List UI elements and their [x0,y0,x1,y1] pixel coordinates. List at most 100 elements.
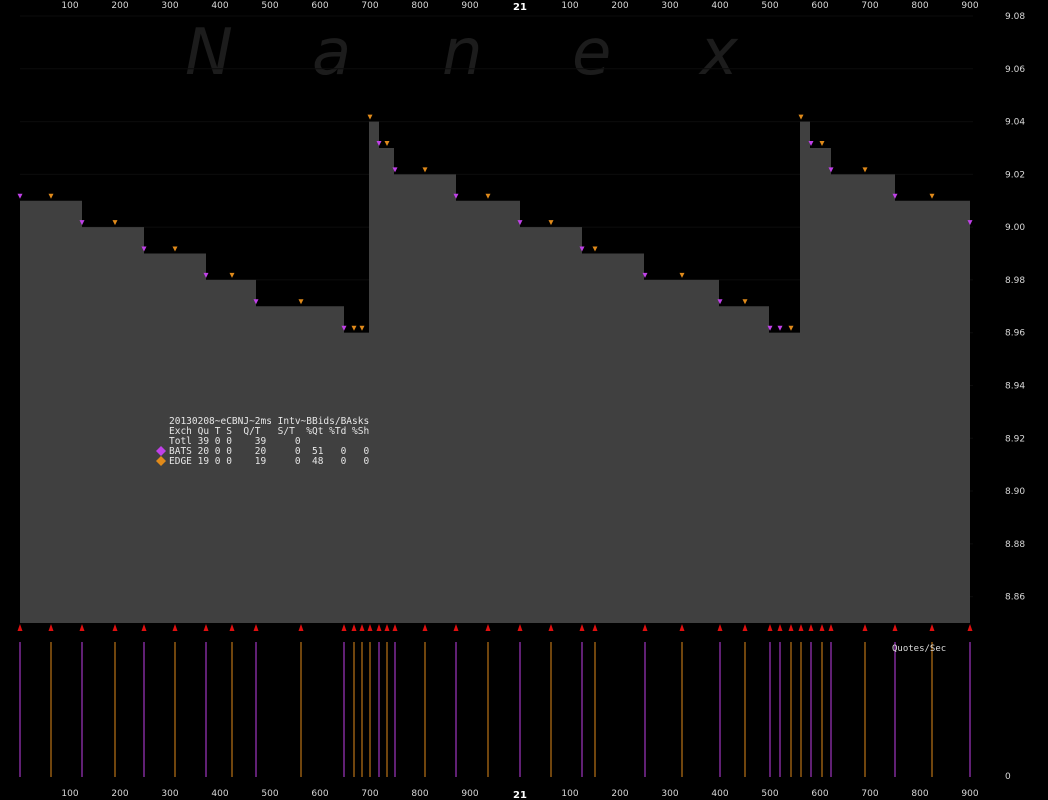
x-tick-label-top: 900 [961,1,978,11]
bottom-arrow [862,624,868,631]
top-x-axis: 100 200 300 400 500 600 700 800 900 100 200 300 400 5… [61,1,978,13]
bottom-arrow [929,624,935,631]
bottom-arrow [453,624,459,631]
quote-marker-edge [298,299,304,305]
x-tick-label-top: 400 [711,1,728,11]
y-tick-label: 8.86 [1005,593,1025,603]
bottom-arrow [828,624,834,631]
x-tick-label-bottom: 400 [211,789,228,799]
quote-marker-edge [929,193,935,199]
y-tick-label: 8.88 [1005,540,1025,550]
x-tick-label-top: 400 [211,1,228,11]
x-tick-label-top: 900 [461,1,478,11]
quote-marker-edge [359,325,365,331]
x-tick-label-top: 200 [111,1,128,11]
x-tick-label-bottom: 300 [161,789,178,799]
bottom-axis-zero: 0 [1005,772,1011,782]
x-tick-label-bottom: 900 [961,789,978,799]
quote-marker-edge [172,246,178,252]
quote-marker-bats [17,193,23,199]
x-tick-label-bottom: 700 [361,789,378,799]
bottom-arrow [517,624,523,631]
bottom-arrow [767,624,773,631]
bottom-arrow [376,624,382,631]
y-tick-label: 8.90 [1005,487,1025,497]
y-tick-label: 9.02 [1005,170,1025,180]
quote-marker-edge [592,246,598,252]
quote-marker-edge [48,193,54,199]
x-tick-label-top: 500 [261,1,278,11]
x-tick-label-top: 300 [161,1,178,11]
y-tick-label: 9.06 [1005,65,1025,75]
bottom-arrow [112,624,118,631]
watermark-letter: n [442,16,483,90]
y-tick-label: 8.92 [1005,434,1025,444]
bottom-arrow [579,624,585,631]
x-tick-label-bottom: 900 [461,789,478,799]
bottom-arrow [48,624,54,631]
watermark-letter: x [698,16,739,90]
bottom-arrow [717,624,723,631]
bottom-arrow [808,624,814,631]
quote-marker-edge [548,220,554,226]
x-tick-label-top: 100 [61,1,78,11]
quote-marker-edge [798,114,804,120]
quotes-per-sec-label: Quotes/Sec [892,644,946,654]
bottom-arrow [422,624,428,631]
x-tick-label-bottom: 500 [261,789,278,799]
x-tick-label-top: 700 [861,1,878,11]
bottom-arrow [485,624,491,631]
x-tick-label-top: 200 [611,1,628,11]
bottom-arrow [253,624,259,631]
x-tick-label-top: 600 [311,1,328,11]
quote-marker-edge [788,325,794,331]
quote-marker-edge [384,140,390,146]
x-second-label-top: 21 [513,2,527,13]
x-tick-label-top: 500 [761,1,778,11]
bottom-arrow [141,624,147,631]
y-tick-label: 9.08 [1005,12,1025,22]
x-tick-label-bottom: 600 [811,789,828,799]
quote-marker-edge [862,167,868,173]
bottom-arrows [17,624,973,631]
quote-marker-edge [679,272,685,278]
y-tick-label: 9.00 [1005,223,1025,233]
x-tick-label-top: 100 [561,1,578,11]
quote-marker-edge [422,167,428,173]
price-y-axis: 9.08 9.06 9.04 9.02 9.00 8.98 8.96 8.94 8.92 8.90… [1005,12,1025,603]
bottom-arrow [892,624,898,631]
quotes-per-sec-bars [19,642,971,777]
x-tick-label-top: 700 [361,1,378,11]
bottom-arrow [592,624,598,631]
bottom-arrow [229,624,235,631]
bottom-arrow [392,624,398,631]
y-tick-label: 8.98 [1005,276,1025,286]
y-tick-label: 8.94 [1005,381,1025,391]
x-tick-label-bottom: 700 [861,789,878,799]
bottom-arrow [384,624,390,631]
bottom-arrow [777,624,783,631]
x-second-label-bottom: 21 [513,790,527,800]
bottom-arrow [341,624,347,631]
watermark-letter: a [312,16,351,90]
price-area [20,121,970,623]
x-tick-label-bottom: 600 [311,789,328,799]
x-tick-label-top: 800 [911,1,928,11]
bottom-arrow [172,624,178,631]
bottom-arrow [351,624,357,631]
x-tick-label-top: 600 [811,1,828,11]
quote-marker-edge [819,140,825,146]
x-tick-label-bottom: 100 [61,789,78,799]
quote-marker-edge [485,193,491,199]
bottom-x-axis: 100 200 300 400 500 600 700 800 900 100 200 300 400 5… [61,789,978,800]
x-tick-label-bottom: 200 [611,789,628,799]
bottom-arrow [548,624,554,631]
quote-marker-edge [742,299,748,305]
x-tick-label-top: 800 [411,1,428,11]
x-tick-label-bottom: 800 [411,789,428,799]
bottom-arrow [819,624,825,631]
quote-marker-edge [229,272,235,278]
x-tick-label-bottom: 400 [711,789,728,799]
quote-marker-edge [112,220,118,226]
x-tick-label-bottom: 300 [661,789,678,799]
